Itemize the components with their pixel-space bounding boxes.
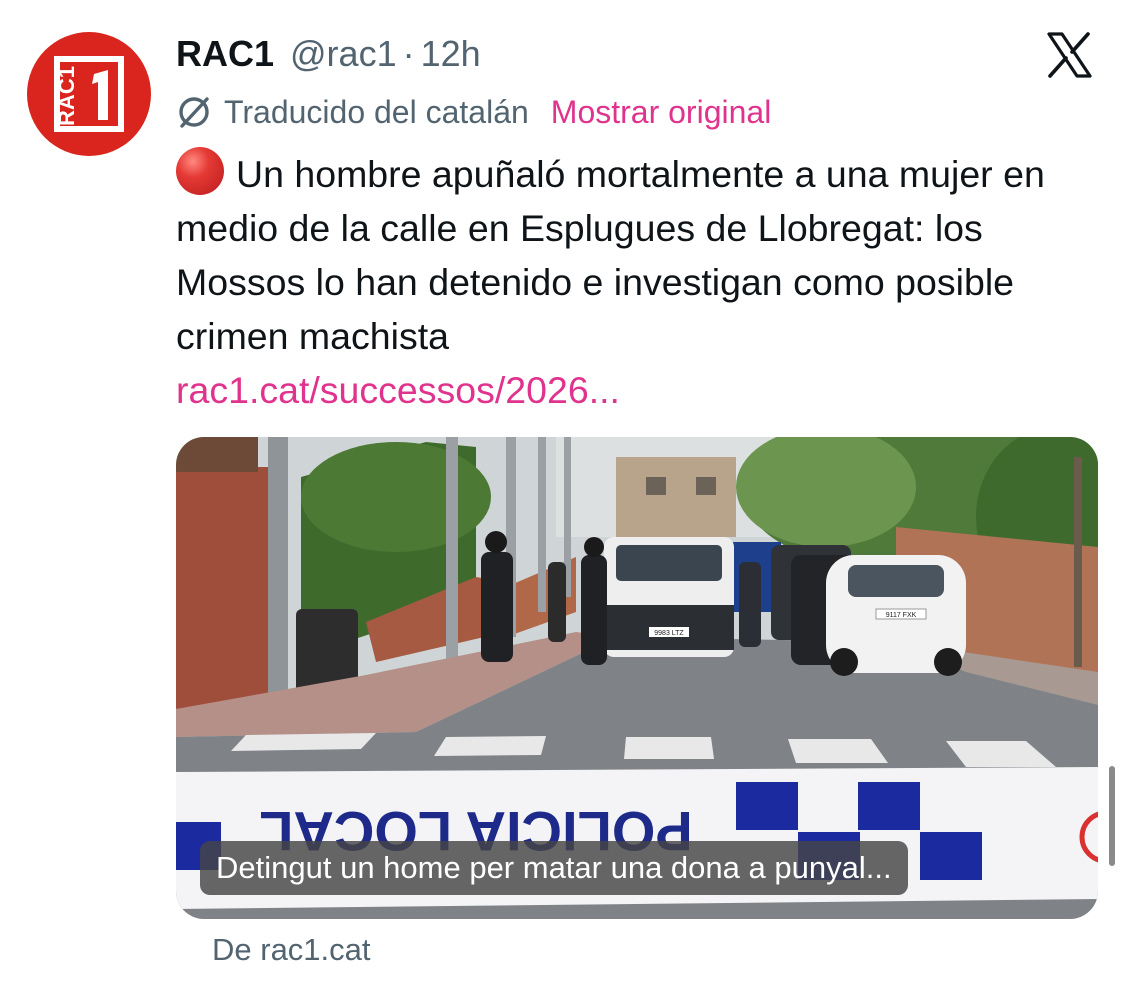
svg-text:RAC1: RAC1 xyxy=(54,66,79,126)
svg-text:9983 LTZ: 9983 LTZ xyxy=(654,630,684,637)
separator-dot: · xyxy=(402,33,415,74)
tweet-text: Un hombre apuñaló mortalmente a una muje… xyxy=(176,153,1045,357)
rac1-logo: RAC1 xyxy=(54,56,124,132)
author-name[interactable]: RAC1 xyxy=(176,33,274,75)
post-time[interactable]: 12h xyxy=(421,33,481,75)
scrollbar[interactable] xyxy=(1109,766,1115,866)
card-source[interactable]: De rac1.cat xyxy=(212,932,371,968)
translated-label: Traducido del catalán xyxy=(224,93,529,130)
avatar[interactable]: RAC1 xyxy=(27,32,151,156)
tweet-header: RAC1 @rac1 · 12h xyxy=(176,30,481,78)
translate-icon xyxy=(179,97,209,128)
red-circle-icon xyxy=(176,147,224,195)
link-card[interactable]: 9983 LTZ 9117 FXK POLICIA LOCAL Detingut… xyxy=(176,437,1098,919)
card-caption: Detingut un home per matar una dona a pu… xyxy=(200,841,908,895)
tweet-link[interactable]: rac1.cat/successos/2026... xyxy=(176,363,1056,417)
translation-row: Traducido del catalán Mostrar original xyxy=(176,88,771,136)
author-handle[interactable]: @rac1 xyxy=(290,33,397,75)
svg-text:9117 FXK: 9117 FXK xyxy=(886,612,917,619)
show-original-link[interactable]: Mostrar original xyxy=(551,94,772,131)
x-logo-icon[interactable] xyxy=(1044,30,1094,80)
tweet-body: Un hombre apuñaló mortalmente a una muje… xyxy=(176,147,1056,417)
